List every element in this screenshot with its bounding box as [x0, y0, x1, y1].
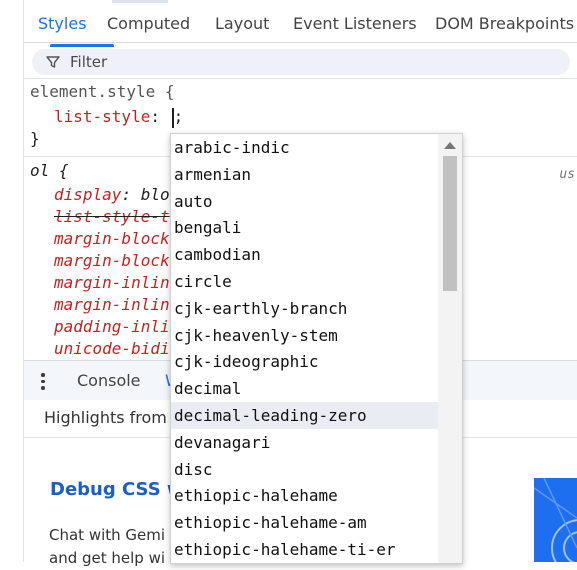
autocomplete-option[interactable]: ethiopic-halehame [171, 482, 440, 509]
ol-rule-unicode-bidi[interactable]: unicode-bidi [54, 339, 170, 358]
autocomplete-option[interactable]: decimal [171, 375, 440, 402]
autocomplete-option[interactable]: decimal-leading-zero [171, 402, 440, 429]
autocomplete-option[interactable]: ethiopic-halehame-ti-er [171, 536, 440, 563]
element-style-selector: element.style { [30, 82, 175, 101]
ol-rule-margin-inline-end[interactable]: margin-inlin [54, 295, 170, 314]
tab-console[interactable]: Console [77, 371, 141, 390]
autocomplete-option[interactable]: disc [171, 456, 440, 483]
ol-rule-margin-inline-start[interactable]: margin-inlin [54, 273, 170, 292]
editing-declaration[interactable]: list-style: ; [54, 107, 183, 128]
autocomplete-option[interactable]: cambodian [171, 241, 440, 268]
left-edge [0, 0, 24, 562]
top-accent [112, 0, 168, 3]
filter-placeholder: Filter [70, 53, 108, 71]
ol-rule-padding-inline-start[interactable]: padding-inli [54, 317, 170, 336]
more-options-icon[interactable] [40, 371, 46, 391]
styles-tabbar: Styles Computed Layout Event Listeners D… [24, 6, 577, 47]
editing-property[interactable]: list-style [54, 107, 150, 126]
autocomplete-option[interactable]: arabic-indic [171, 134, 440, 161]
highlights-heading: Highlights from [44, 408, 167, 427]
editing-value[interactable]: ; [174, 107, 184, 126]
element-style-close-brace: } [30, 129, 40, 148]
filter-input[interactable]: Filter [32, 49, 570, 75]
autocomplete-option[interactable]: circle [171, 268, 440, 295]
debug-css-title[interactable]: Debug CSS w [50, 479, 184, 500]
ol-rule-margin-block-start[interactable]: margin-block [54, 229, 170, 248]
autocomplete-option[interactable]: bengali [171, 214, 440, 241]
tab-styles[interactable]: Styles [38, 14, 87, 33]
scroll-up-icon[interactable] [444, 142, 456, 149]
ol-selector[interactable]: ol { [30, 161, 69, 180]
promo-image [534, 478, 577, 562]
dropdown-scrollbar[interactable] [438, 134, 462, 563]
filter-row: Filter [24, 44, 577, 79]
autocomplete-option[interactable]: cjk-ideographic [171, 348, 440, 375]
autocomplete-option[interactable]: devanagari [171, 429, 440, 456]
scrollbar-thumb[interactable] [443, 156, 457, 291]
autocomplete-option[interactable]: ethiopic-halehame-am [171, 509, 440, 536]
autocomplete-option[interactable]: cjk-heavenly-stem [171, 322, 440, 349]
user-agent-label: us [559, 167, 575, 182]
autocomplete-dropdown[interactable]: ethiopic-halehame-ti-er ethiopic-halehame… [170, 133, 463, 564]
tab-layout[interactable]: Layout [215, 14, 269, 33]
tab-computed[interactable]: Computed [107, 14, 190, 33]
tab-dom-breakpoints[interactable]: DOM Breakpoints [435, 14, 574, 33]
editing-colon: : [150, 107, 160, 126]
ol-rule-margin-block-end[interactable]: margin-block [54, 251, 170, 270]
autocomplete-option[interactable]: cjk-earthly-branch [171, 295, 440, 322]
filter-icon [46, 56, 60, 68]
autocomplete-option[interactable]: auto [171, 188, 440, 215]
tab-event-listeners[interactable]: Event Listeners [293, 14, 417, 33]
chat-description: Chat with Gemi and get help wi [49, 526, 166, 567]
autocomplete-option[interactable]: armenian [171, 161, 440, 188]
ol-rule-display[interactable]: display: blo [54, 185, 170, 204]
ol-rule-list-style-type[interactable]: list-style-t [54, 207, 170, 226]
